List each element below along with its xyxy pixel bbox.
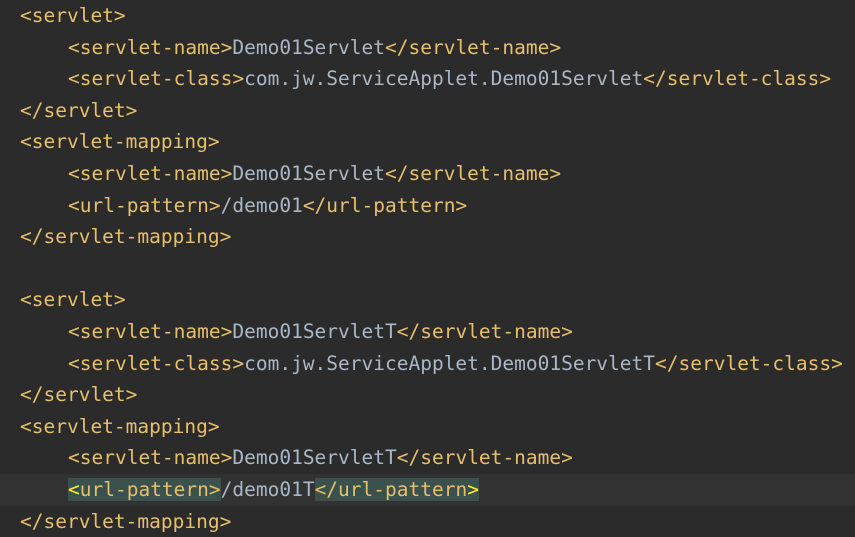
xml-open-tag: <servlet-name>	[68, 446, 232, 469]
code-line-2[interactable]: <servlet-name>Demo01Servlet</servlet-nam…	[0, 32, 855, 64]
code-line-10[interactable]: <servlet>	[0, 284, 855, 316]
brace-match-close: >	[467, 478, 479, 501]
code-line-6[interactable]: <servlet-name>Demo01Servlet</servlet-nam…	[0, 158, 855, 190]
xml-tag: </servlet>	[20, 99, 137, 122]
xml-text: Demo01Servlet	[232, 162, 385, 185]
code-line-1[interactable]: <servlet>	[0, 0, 855, 32]
xml-tag: <servlet-mapping>	[20, 415, 220, 438]
xml-open-tag-gt: >	[209, 478, 221, 501]
code-line-9[interactable]	[0, 253, 855, 285]
xml-tag: <servlet>	[20, 288, 126, 311]
xml-close-tag: </url-pattern>	[303, 194, 467, 217]
code-line-16-current[interactable]: <url-pattern>/demo01T</url-pattern>	[0, 474, 855, 506]
code-line-5[interactable]: <servlet-mapping>	[0, 126, 855, 158]
xml-text: /demo01	[221, 194, 303, 217]
matched-open-tag: <url-pattern>	[68, 478, 221, 501]
xml-text: Demo01Servlet	[232, 36, 385, 59]
xml-text: Demo01ServletT	[232, 320, 396, 343]
xml-open-tag: <url-pattern>	[68, 194, 221, 217]
xml-open-tag: <servlet-name>	[68, 162, 232, 185]
xml-close-tag: </servlet-name>	[385, 36, 561, 59]
xml-open-tag: <servlet-class>	[68, 352, 244, 375]
code-line-12[interactable]: <servlet-class>com.jw.ServiceApplet.Demo…	[0, 348, 855, 380]
xml-tag: <servlet>	[20, 4, 126, 27]
code-line-8[interactable]: </servlet-mapping>	[0, 221, 855, 253]
xml-text: com.jw.ServiceApplet.Demo01ServletT	[244, 352, 655, 375]
xml-text: com.jw.ServiceApplet.Demo01Servlet	[244, 67, 643, 90]
code-line-17[interactable]: </servlet-mapping>	[0, 506, 855, 537]
xml-close-tag: </servlet-class>	[655, 352, 843, 375]
xml-open-tag: <servlet-name>	[68, 320, 232, 343]
code-line-4[interactable]: </servlet>	[0, 95, 855, 127]
code-line-15[interactable]: <servlet-name>Demo01ServletT</servlet-na…	[0, 442, 855, 474]
xml-close-tag-body: </url-pattern	[315, 478, 468, 501]
xml-tag: </servlet-mapping>	[20, 225, 231, 248]
xml-text: /demo01T	[221, 478, 315, 501]
xml-tag: <servlet-mapping>	[20, 130, 220, 153]
matched-close-tag: </url-pattern>	[315, 478, 479, 501]
xml-close-tag: </servlet-name>	[385, 162, 561, 185]
xml-open-tag: <servlet-class>	[68, 67, 244, 90]
code-line-7[interactable]: <url-pattern>/demo01</url-pattern>	[0, 190, 855, 222]
brace-match-open: <	[68, 478, 80, 501]
code-line-11[interactable]: <servlet-name>Demo01ServletT</servlet-na…	[0, 316, 855, 348]
xml-close-tag: </servlet-name>	[397, 446, 573, 469]
xml-close-tag: </servlet-class>	[643, 67, 831, 90]
code-line-13[interactable]: </servlet>	[0, 379, 855, 411]
xml-tag: </servlet>	[20, 383, 137, 406]
xml-open-tag-name: url-pattern	[80, 478, 209, 501]
xml-open-tag: <servlet-name>	[68, 36, 232, 59]
xml-tag: </servlet-mapping>	[20, 510, 231, 533]
code-line-3[interactable]: <servlet-class>com.jw.ServiceApplet.Demo…	[0, 63, 855, 95]
xml-text: Demo01ServletT	[232, 446, 396, 469]
code-editor[interactable]: <servlet> <servlet-name>Demo01Servlet</s…	[0, 0, 855, 536]
code-line-14[interactable]: <servlet-mapping>	[0, 411, 855, 443]
xml-close-tag: </servlet-name>	[397, 320, 573, 343]
